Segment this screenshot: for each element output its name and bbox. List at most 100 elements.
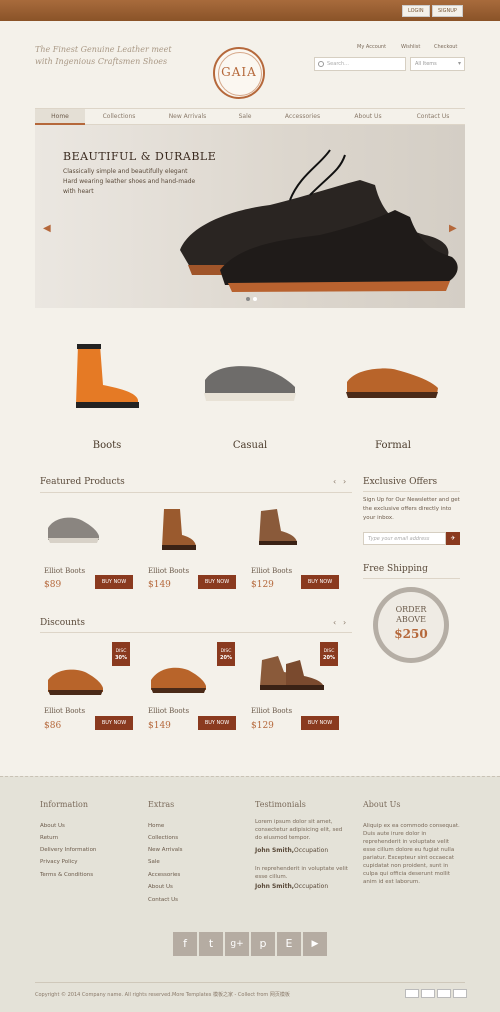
product-price: $149	[148, 721, 171, 731]
divider	[40, 632, 352, 633]
discounts-prev-icon[interactable]: ‹	[333, 618, 336, 627]
youtube-icon[interactable]: ▶	[303, 932, 327, 956]
send-icon[interactable]: ✈	[446, 532, 460, 545]
divider	[363, 578, 460, 579]
product-image[interactable]	[148, 658, 208, 698]
slider-dot[interactable]	[246, 297, 250, 301]
about-text: Aliquip ex ea commodo consequat. Duis au…	[363, 823, 460, 885]
wishlist-link[interactable]: Wishlist	[401, 44, 420, 50]
tab-sale[interactable]: Sale	[230, 109, 260, 125]
etsy-icon[interactable]: E	[277, 932, 301, 956]
category-formal-label[interactable]: Formal	[353, 440, 433, 451]
discount-tag-label: DISC	[115, 649, 127, 654]
badge-line1: ORDER	[395, 605, 427, 614]
divider	[35, 982, 465, 983]
discount-tag-value: 20%	[323, 655, 335, 661]
slider-next-icon[interactable]: ▶	[449, 223, 457, 234]
search-input[interactable]: Search...	[314, 57, 406, 71]
buy-now-button[interactable]: BUY NOW	[301, 575, 339, 589]
slider-dot[interactable]	[253, 297, 257, 301]
signup-button[interactable]: SIGNUP	[432, 5, 463, 17]
product-name[interactable]: Elliot Boots	[148, 707, 189, 715]
logo-text: GAIA	[221, 65, 257, 79]
category-select[interactable]: All Items ▾	[410, 57, 465, 71]
buy-now-button[interactable]: BUY NOW	[95, 575, 133, 589]
testimonial-text: Lorem ipsum dolor sit amet, consectetur …	[255, 819, 343, 841]
badge-amount: $250	[394, 627, 428, 641]
product-name[interactable]: Elliot Boots	[251, 707, 292, 715]
login-button[interactable]: LOGIN	[402, 5, 430, 17]
product-price: $149	[148, 580, 171, 590]
product-image[interactable]	[255, 505, 301, 551]
card-icon	[453, 989, 467, 998]
footer-link[interactable]: About Us	[40, 823, 65, 829]
footer-link[interactable]: About Us	[148, 884, 173, 890]
category-casual-label[interactable]: Casual	[210, 440, 290, 451]
discount-tag-value: 30%	[115, 655, 127, 661]
product-image[interactable]	[158, 505, 198, 553]
product-image[interactable]	[45, 510, 101, 546]
tab-accessories[interactable]: Accessories	[275, 109, 330, 125]
google-plus-icon[interactable]: g+	[225, 932, 249, 956]
badge-line2: ABOVE	[396, 615, 426, 624]
email-placeholder: Type your email address	[368, 536, 430, 542]
testimonial-text: In reprehenderit in voluptate velit esse…	[255, 866, 348, 880]
hero-shoe-image	[180, 149, 458, 292]
paypal-icon	[437, 989, 451, 998]
discount-tag-label: DISC	[220, 649, 232, 654]
buy-now-button[interactable]: BUY NOW	[198, 575, 236, 589]
footer-link[interactable]: Collections	[148, 835, 178, 841]
testimonial-author-role: Occupation	[294, 883, 329, 890]
footer-link[interactable]: Contact Us	[148, 897, 178, 903]
footer-link[interactable]: New Arrivals	[148, 847, 182, 853]
footer-link[interactable]: Sale	[148, 859, 160, 865]
footer-link[interactable]: Accessories	[148, 872, 180, 878]
discount-tag-value: 20%	[220, 655, 232, 661]
footer	[0, 776, 500, 1012]
product-name[interactable]: Elliot Boots	[251, 567, 292, 575]
facebook-icon[interactable]: f	[173, 932, 197, 956]
testimonial-author-name: John Smith,	[255, 883, 295, 890]
featured-prev-icon[interactable]: ‹	[333, 477, 336, 486]
footer-link[interactable]: Privacy Policy	[40, 859, 77, 865]
free-shipping-heading: Free Shipping	[363, 564, 428, 574]
formal-category-image[interactable]	[342, 362, 442, 402]
boots-category-image[interactable]	[68, 340, 143, 410]
buy-now-button[interactable]: BUY NOW	[198, 716, 236, 730]
footer-about-heading: About Us	[363, 800, 401, 809]
product-name[interactable]: Elliot Boots	[44, 707, 85, 715]
buy-now-button[interactable]: BUY NOW	[301, 716, 339, 730]
logo[interactable]: GAIA	[213, 47, 265, 99]
category-boots-label[interactable]: Boots	[67, 440, 147, 451]
footer-link[interactable]: Return	[40, 835, 58, 841]
twitter-icon[interactable]: t	[199, 932, 223, 956]
buy-now-button[interactable]: BUY NOW	[95, 716, 133, 730]
testimonial-author: John Smith,Occupation	[255, 847, 328, 854]
discounts-next-icon[interactable]: ›	[343, 618, 346, 627]
tab-about-us[interactable]: About Us	[343, 109, 393, 125]
divider	[363, 491, 460, 492]
category-select-value: All Items	[415, 61, 437, 67]
my-account-link[interactable]: My Account	[357, 44, 386, 50]
tab-new-arrivals[interactable]: New Arrivals	[155, 109, 220, 125]
search-placeholder: Search...	[327, 61, 349, 67]
discounts-heading: Discounts	[40, 618, 85, 628]
product-image[interactable]	[45, 662, 105, 698]
casual-category-image[interactable]	[200, 355, 300, 405]
slider-prev-icon[interactable]: ◀	[43, 223, 51, 234]
featured-products-heading: Featured Products	[40, 477, 125, 487]
pinterest-icon[interactable]: p	[251, 932, 275, 956]
tab-home[interactable]: Home	[35, 109, 85, 125]
product-image[interactable]	[256, 650, 328, 696]
product-name[interactable]: Elliot Boots	[44, 567, 85, 575]
footer-link[interactable]: Home	[148, 823, 164, 829]
footer-extras-heading: Extras	[148, 800, 175, 809]
product-name[interactable]: Elliot Boots	[148, 567, 189, 575]
featured-next-icon[interactable]: ›	[343, 477, 346, 486]
email-field[interactable]: Type your email address	[363, 532, 446, 545]
tab-collections[interactable]: Collections	[90, 109, 148, 125]
footer-link[interactable]: Delivery Information	[40, 847, 96, 853]
footer-link[interactable]: Terms & Conditions	[40, 872, 93, 878]
tab-contact-us[interactable]: Contact Us	[408, 109, 458, 125]
checkout-link[interactable]: Checkout	[434, 44, 457, 50]
